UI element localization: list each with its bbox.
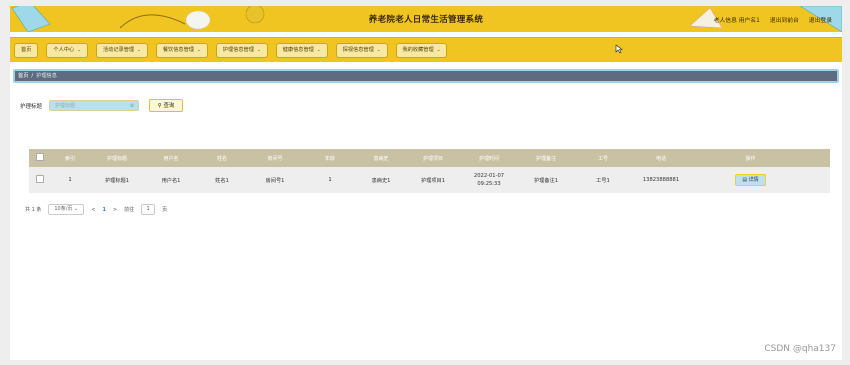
row-actions: ▤ 详情 [691,174,810,186]
total-count: 共 1 条 [25,207,42,213]
table-cell: 1 [328,177,332,183]
user-info-link[interactable]: 老人信息 用户名1 [714,15,760,24]
table-cell: 用户名1 [161,177,181,184]
checkbox-icon [36,175,44,183]
breadcrumb: 首页 / 护理信息 [13,69,839,83]
pagination: 共 1 条 10条/页 ⌄ < 1 > 前往 1 页 [25,204,167,215]
table-cell: 护理项目1 [420,177,446,184]
table-cell: 患病史1 [371,177,391,184]
table-cell: 13823888881 [642,177,680,183]
goto-page-input[interactable]: 1 [141,204,156,215]
search-button[interactable]: ⚲ 查询 [149,99,184,112]
search-placeholder: 护理标题 [55,103,76,109]
mouse-cursor-icon [615,44,623,54]
nav-item-0[interactable]: 首页 [14,43,39,58]
column-header: 索引 [64,155,75,162]
search-button-label: 查询 [163,103,175,109]
detail-button[interactable]: ▤ 详情 [735,174,766,186]
top-header: 养老院老人日常生活管理系统 老人信息 用户名1 退出到前台 退出登录 [10,6,842,32]
column-header: 护理项目 [422,155,443,162]
nav-item-label: 健康信息管理 [282,47,314,53]
chevron-down-icon: ⌄ [436,48,441,53]
watermark: CSDN @qha137 [764,344,836,354]
column-header: 工号 [597,155,608,162]
chevron-down-icon: ⌄ [77,48,81,53]
page-size-value: 10条/页 [54,206,73,212]
table-header: 索引 护理标题 用户名 姓名 房间号 年龄 患病史 护理项目 护理时间 护理备注 工号 电话 操作 [29,149,830,167]
header-links: 老人信息 用户名1 退出到前台 退出登录 [714,15,832,24]
column-header: 姓名 [216,155,227,162]
column-header: 电话 [655,155,666,162]
column-header: 患病史 [373,155,389,162]
chevron-down-icon: ⌄ [376,48,381,53]
chevron-down-icon: ⌄ [74,206,79,212]
row-checkbox[interactable] [29,175,51,185]
breadcrumb-current: 护理信息 [36,73,57,79]
table-cell: 1 [68,177,72,183]
nav-item-3[interactable]: 餐饮信息管理 ⌄ [155,43,208,58]
logout-link[interactable]: 退出登录 [809,15,832,24]
nav-item-1[interactable]: 个人中心 ⌄ [46,43,88,58]
window-frame: 养老院老人日常生活管理系统 老人信息 用户名1 退出到前台 退出登录 首页 个人中… [0,0,850,365]
nav-item-7[interactable]: 我的收藏管理 ⌄ [395,43,448,58]
nav-item-label: 餐饮信息管理 [162,47,194,53]
nav-item-label: 我的收藏管理 [402,47,434,53]
nav-item-5[interactable]: 健康信息管理 ⌄ [275,43,328,58]
nav-item-6[interactable]: 探视信息管理 ⌄ [335,43,388,58]
current-page[interactable]: 1 [102,207,105,213]
goto-label: 前往 [124,207,135,213]
table-cell: 工号1 [596,177,610,184]
search-label: 护理标题 [20,103,43,110]
detail-button-label: 详情 [748,177,759,183]
chevron-down-icon: ⌄ [137,48,141,53]
table-cell: 姓名1 [215,177,229,184]
nav-item-label: 探视信息管理 [342,47,374,53]
goto-suffix: 页 [162,207,168,213]
goto-frontend-link[interactable]: 退出到前台 [770,15,799,24]
chevron-down-icon: ⌄ [316,48,321,53]
checkbox-icon [36,153,44,161]
column-header: 用户名 [163,155,179,162]
column-header: 护理标题 [106,155,127,162]
column-header: 护理时间 [478,155,499,162]
page-size-select[interactable]: 10条/页 ⌄ [48,204,85,215]
prev-page-button[interactable]: < [91,207,95,213]
select-all-checkbox[interactable] [29,153,51,163]
nav-item-label: 护理信息管理 [222,47,254,53]
table-cell: 房间号1 [265,177,285,184]
table-body: 1 护理标题1 用户名1 姓名1 房间号1 1 患病史1 护理项目1 2022-01-07 09… [29,167,830,193]
nav-menu: 首页 个人中心 ⌄ 活动记录管理 ⌄ 餐饮信息管理 ⌄ 护理信息管理 ⌄ 健康信息管理 ⌄ 探视信息管… [14,43,448,58]
table-cell: 2022-01-07 09:25:33 [473,173,505,187]
clear-icon[interactable]: ⊗ [130,101,134,112]
nav-item-2[interactable]: 活动记录管理 ⌄ [95,43,148,58]
chevron-down-icon: ⌄ [256,48,261,53]
breadcrumb-home[interactable]: 首页 [18,72,28,80]
nav-item-label: 个人中心 [53,47,75,53]
table-cell: 护理备注1 [533,177,559,184]
next-page-button[interactable]: > [113,207,117,213]
column-header: 操作 [745,155,756,162]
column-header: 房间号 [267,155,283,162]
breadcrumb-separator: / [31,73,34,79]
column-header: 护理备注 [535,155,556,162]
column-header: 年龄 [324,155,335,162]
nav-item-4[interactable]: 护理信息管理 ⌄ [215,43,268,58]
chevron-down-icon: ⌄ [197,48,201,53]
search-bar: 护理标题 护理标题 ⊗ ⚲ 查询 [20,99,184,112]
search-icon: ⚲ [157,103,162,109]
main-navbar: 首页 个人中心 ⌄ 活动记录管理 ⌄ 餐饮信息管理 ⌄ 护理信息管理 ⌄ 健康信息管理 ⌄ 探视信息管… [10,37,842,62]
table-cell: 护理标题1 [104,177,130,184]
nav-item-label: 首页 [21,47,32,53]
data-table: 索引 护理标题 用户名 姓名 房间号 年龄 患病史 护理项目 护理时间 护理备注 工号 电话 操作 1 护… [29,149,830,193]
app-container: 养老院老人日常生活管理系统 老人信息 用户名1 退出到前台 退出登录 首页 个人中… [10,6,842,360]
table-row: 1 护理标题1 用户名1 姓名1 房间号1 1 患病史1 护理项目1 2022-01-07 09… [29,167,830,193]
document-icon: ▤ [742,177,748,183]
search-input[interactable]: 护理标题 ⊗ [49,100,140,112]
nav-item-label: 活动记录管理 [102,47,135,53]
